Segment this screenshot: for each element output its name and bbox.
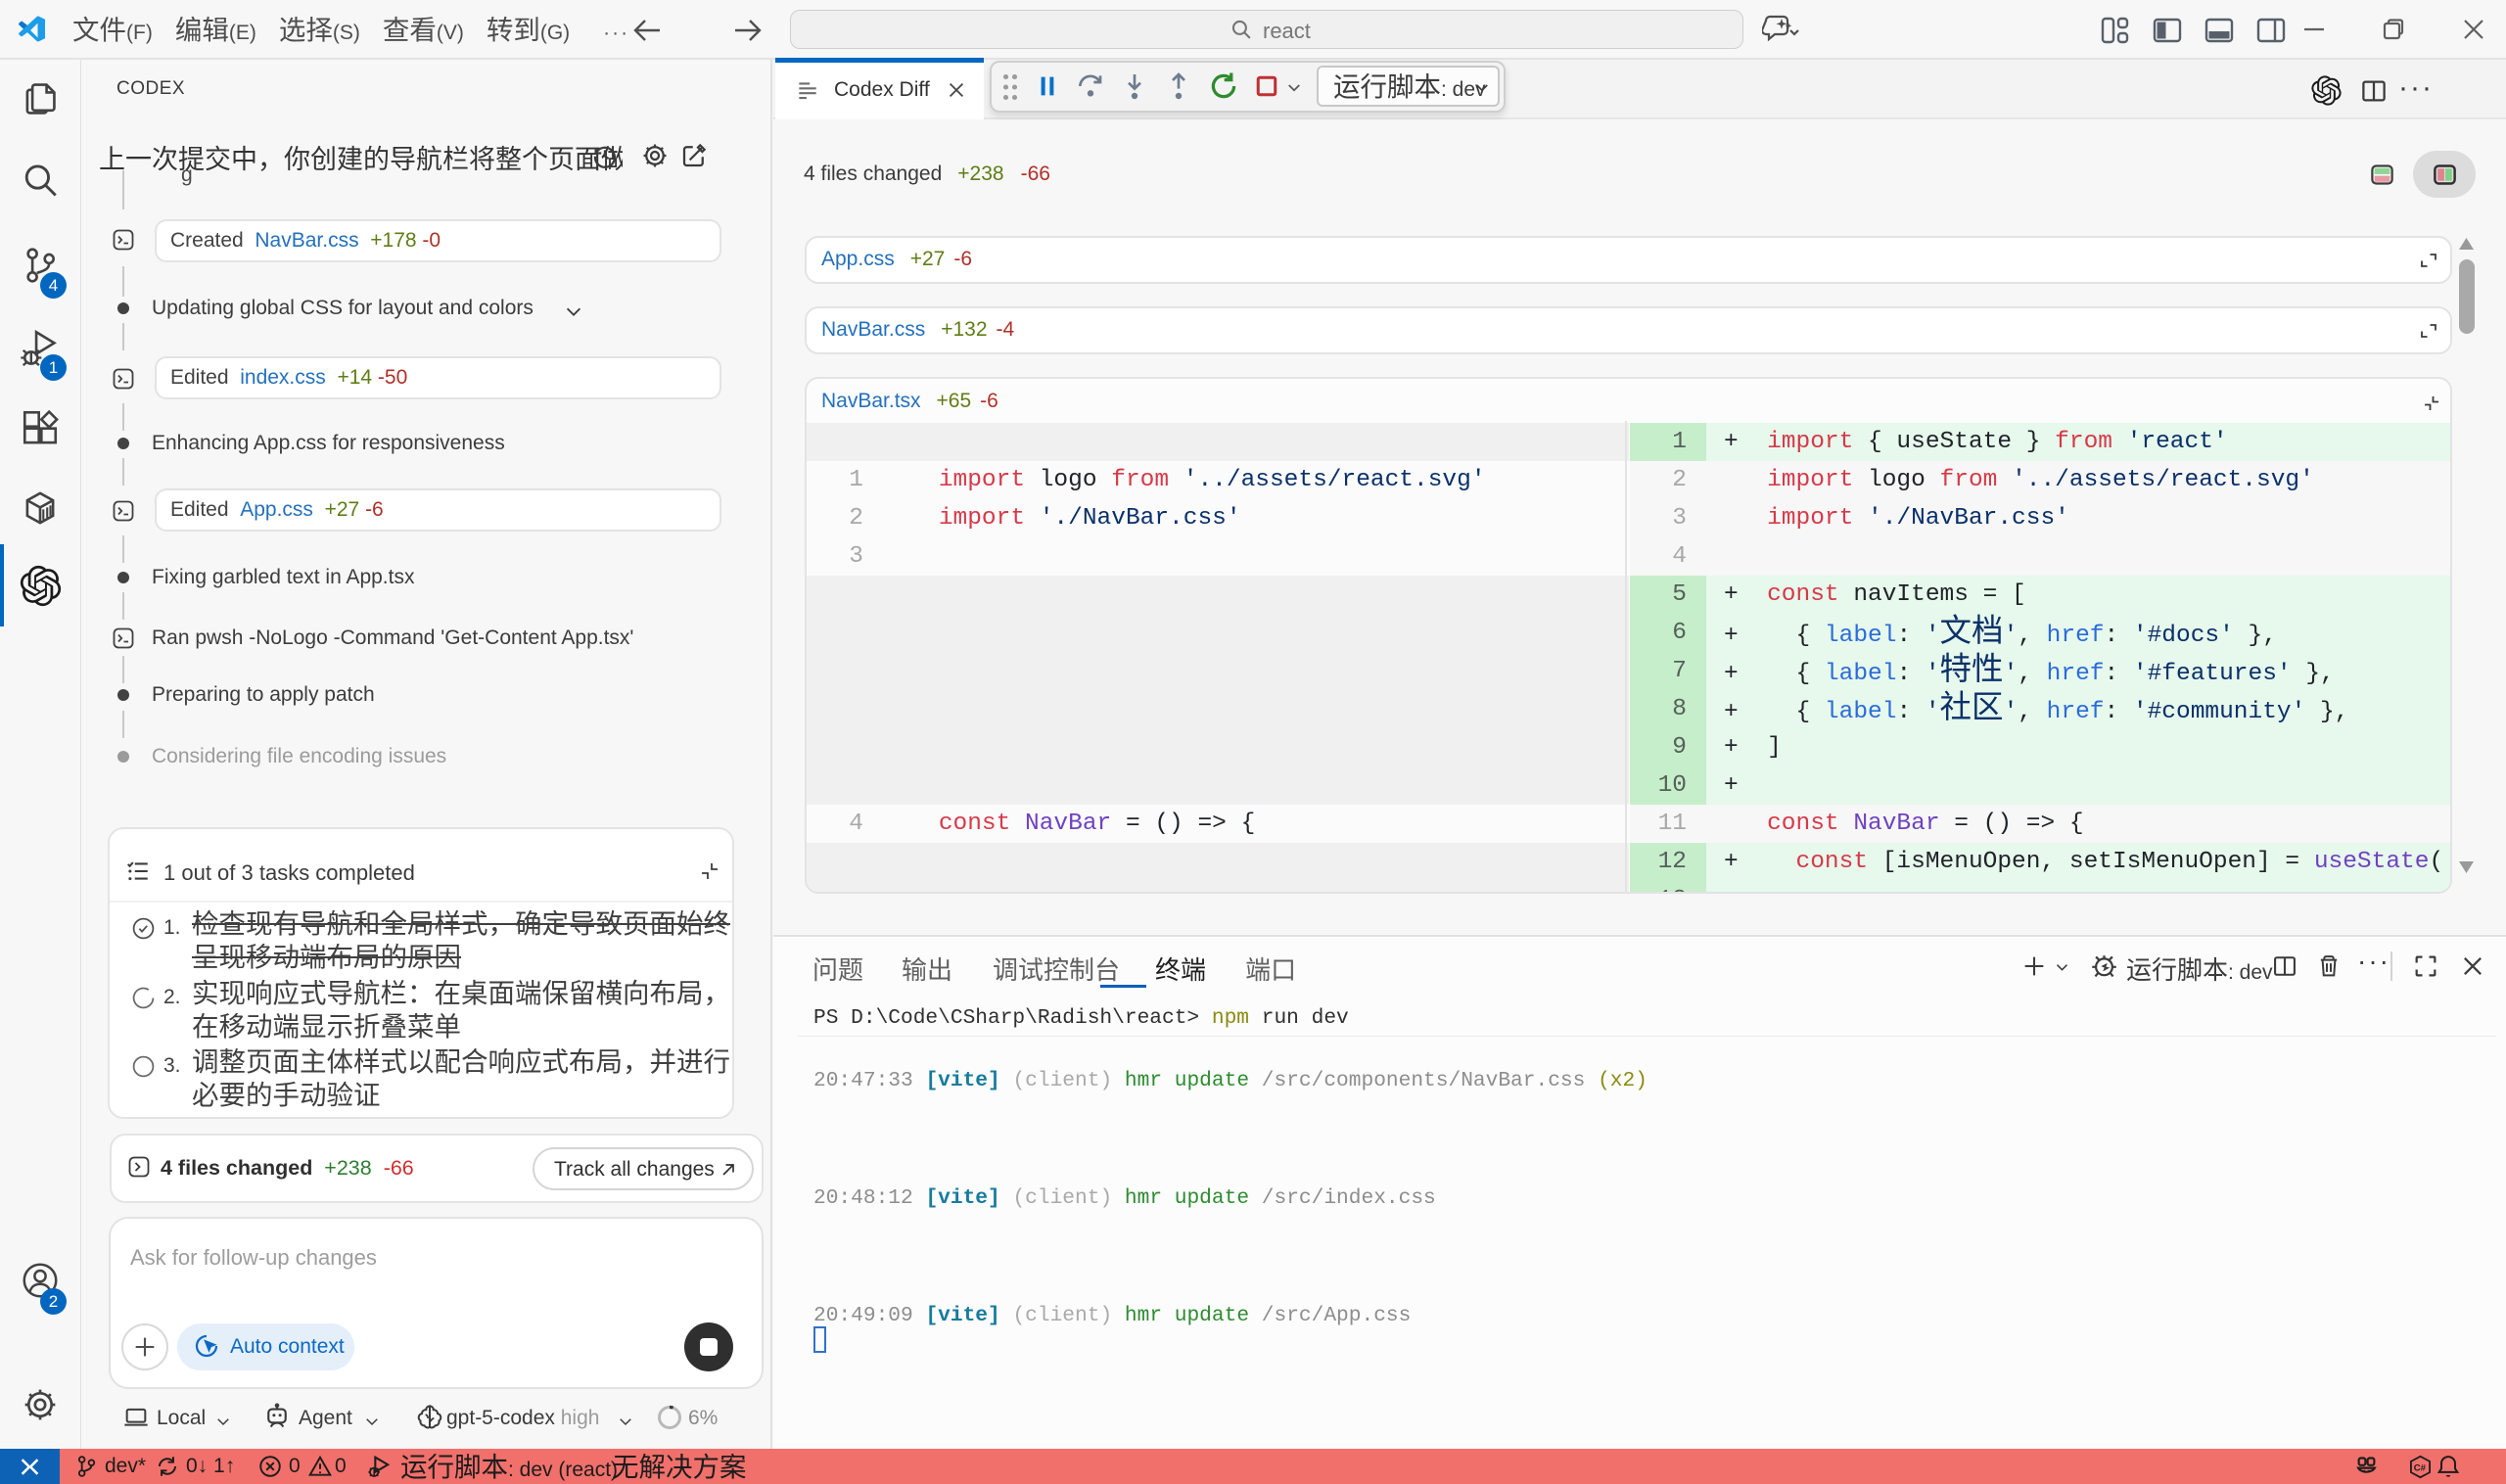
svg-text:C#: C# (2414, 1462, 2427, 1473)
